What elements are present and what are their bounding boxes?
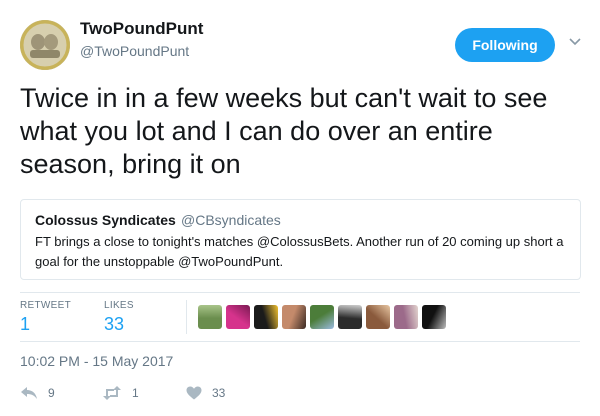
- liker-avatar[interactable]: [338, 305, 362, 329]
- author-name[interactable]: TwoPoundPunt: [80, 19, 203, 39]
- divider: [20, 341, 580, 342]
- liker-avatar[interactable]: [310, 305, 334, 329]
- liker-avatar[interactable]: [422, 305, 446, 329]
- liker-avatar[interactable]: [282, 305, 306, 329]
- retweet-count-label: RETWEET: [20, 300, 71, 311]
- retweet-count[interactable]: 1: [20, 314, 30, 335]
- like-button[interactable]: 33: [186, 386, 225, 400]
- like-action-count: 33: [212, 386, 226, 400]
- stats-divider: [186, 300, 187, 334]
- liker-avatar[interactable]: [366, 305, 390, 329]
- author-handle[interactable]: @TwoPoundPunt: [80, 43, 189, 59]
- reply-icon: [20, 386, 38, 400]
- heart-icon: [186, 386, 202, 400]
- retweet-button[interactable]: 1: [102, 386, 139, 400]
- tweet-timestamp[interactable]: 10:02 PM - 15 May 2017: [20, 353, 173, 369]
- retweet-action-count: 1: [132, 386, 139, 400]
- reply-count: 9: [48, 386, 55, 400]
- quoted-tweet[interactable]: Colossus Syndicates @CBsyndicates FT bri…: [20, 199, 581, 280]
- liker-avatar[interactable]: [394, 305, 418, 329]
- retweet-icon: [102, 386, 122, 400]
- coin-avatar-image: [20, 20, 70, 70]
- quoted-author-handle: @CBsyndicates: [181, 212, 281, 228]
- divider: [20, 292, 580, 293]
- likes-count[interactable]: 33: [104, 314, 124, 335]
- avatar[interactable]: [20, 20, 70, 70]
- following-button[interactable]: Following: [455, 28, 555, 62]
- liker-avatars: [198, 305, 446, 329]
- quoted-tweet-text: FT brings a close to tonight's matches @…: [35, 234, 564, 269]
- tweet-text: Twice in in a few weeks but can't wait t…: [20, 83, 548, 179]
- liker-avatar[interactable]: [254, 305, 278, 329]
- quoted-author-name: Colossus Syndicates: [35, 212, 176, 228]
- reply-button[interactable]: 9: [20, 386, 55, 400]
- likes-count-label: LIKES: [104, 300, 134, 311]
- liker-avatar[interactable]: [226, 305, 250, 329]
- liker-avatar[interactable]: [198, 305, 222, 329]
- chevron-down-icon[interactable]: [568, 35, 582, 49]
